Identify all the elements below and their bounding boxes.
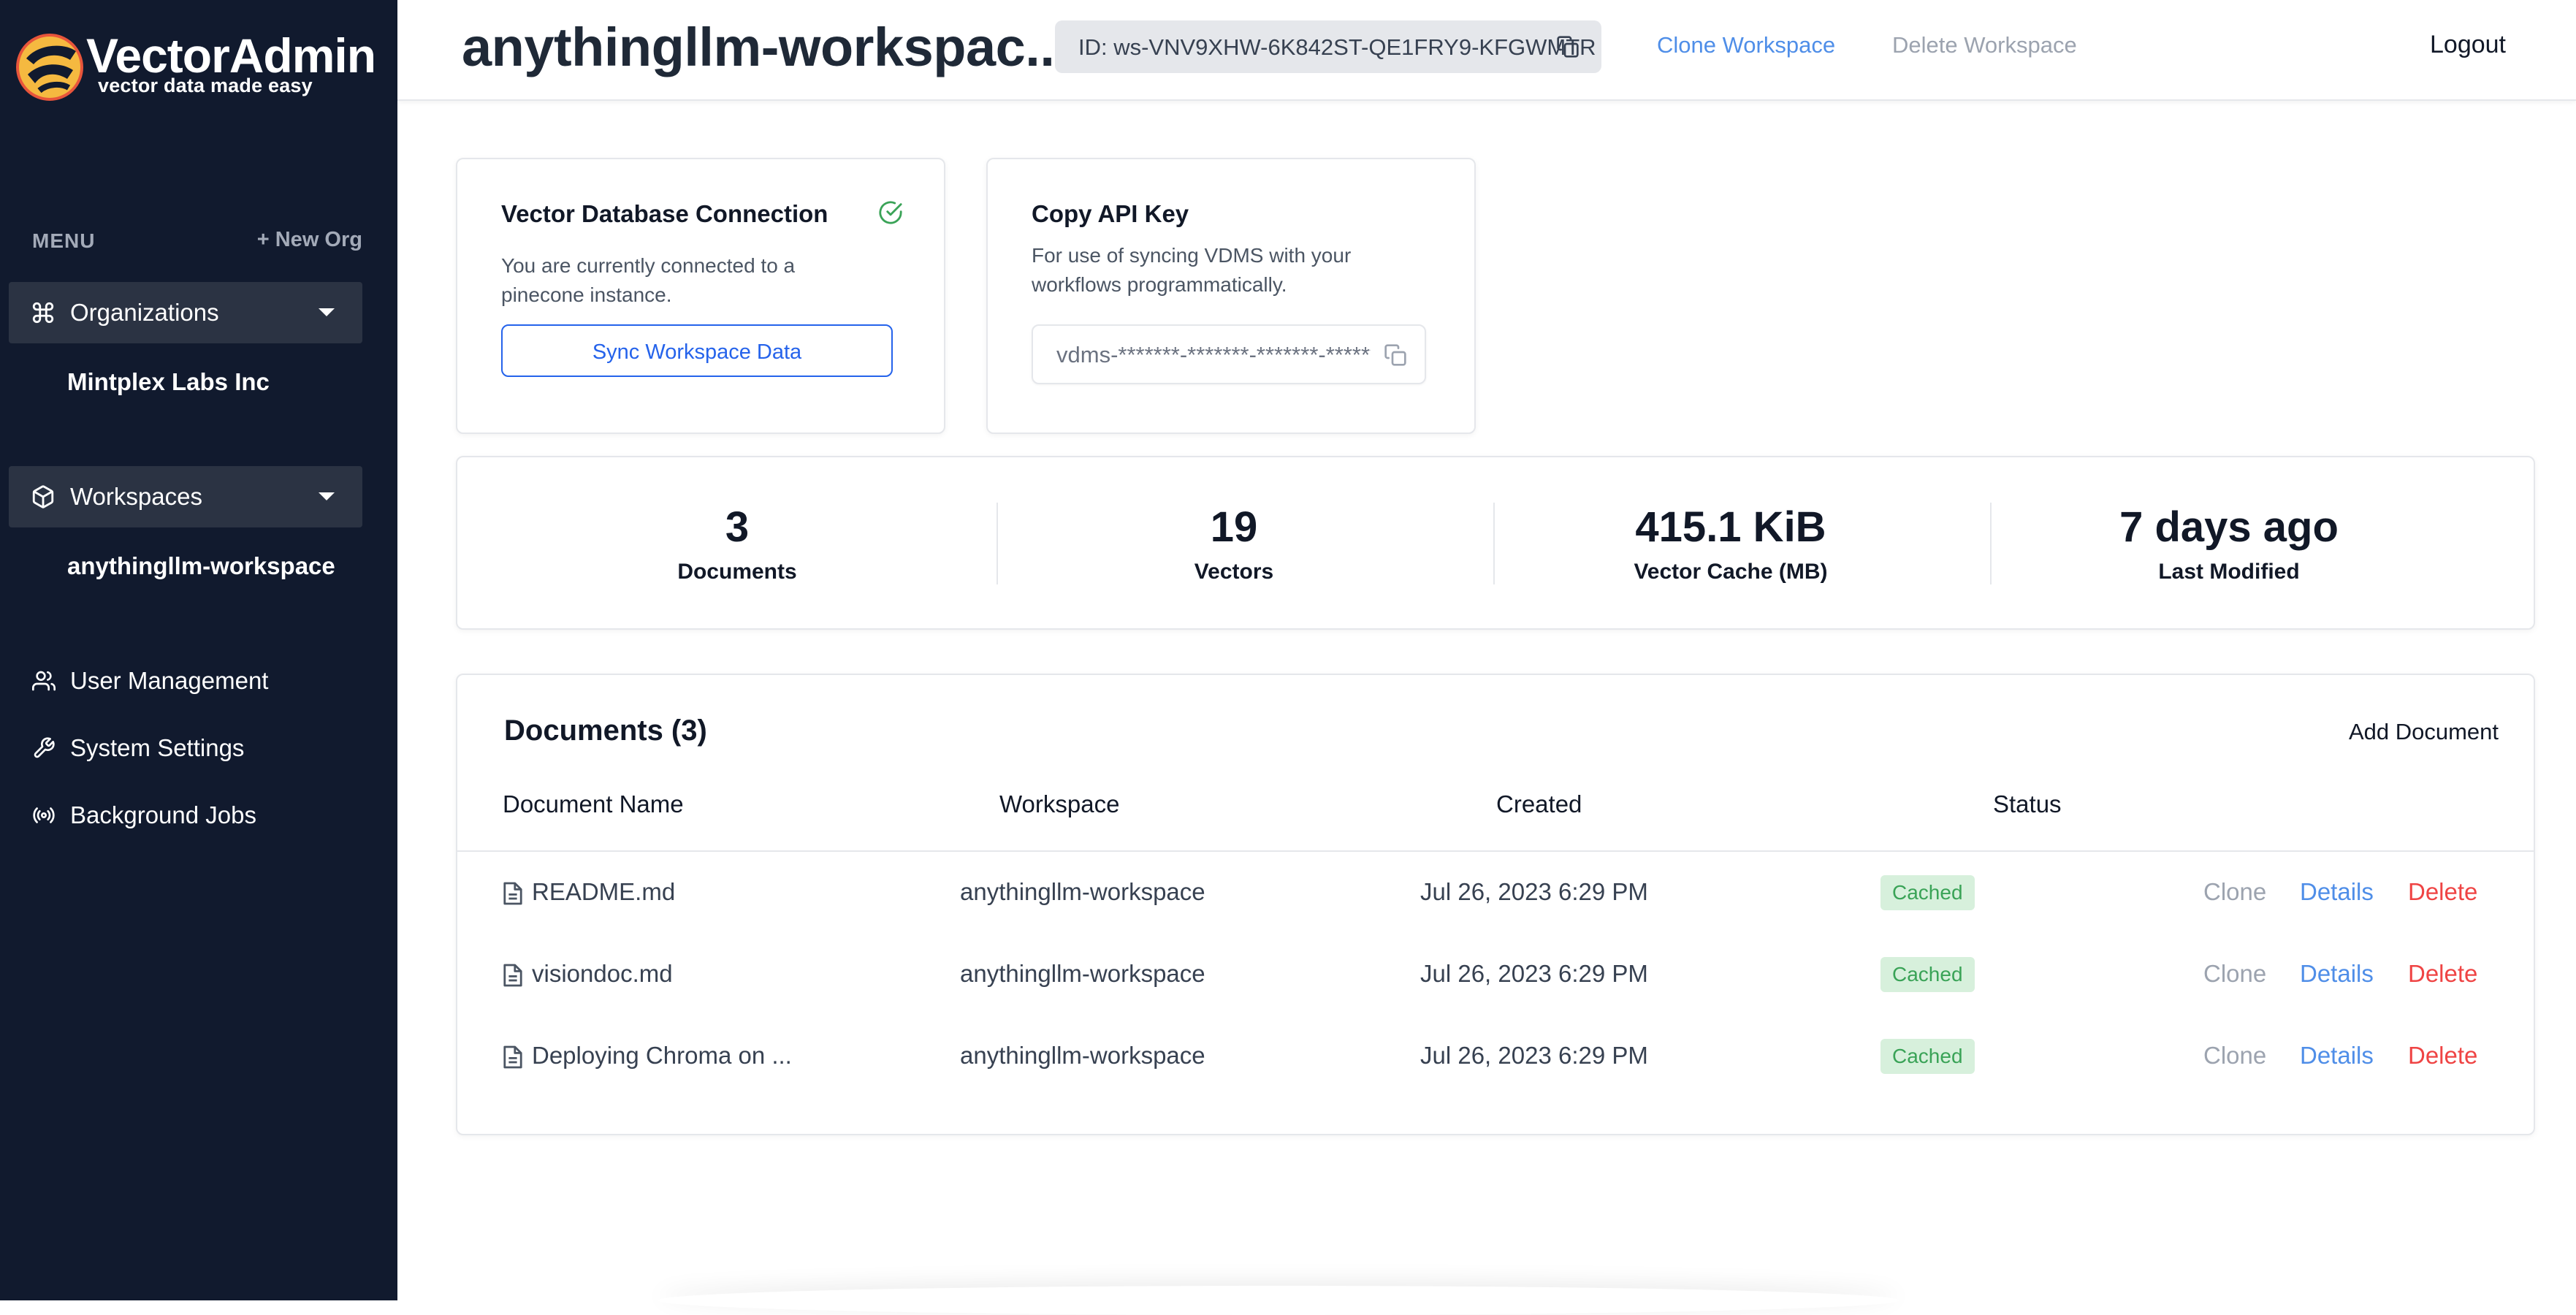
clone-document-button[interactable]: Clone: [2203, 960, 2266, 988]
document-created: Jul 26, 2023 6:29 PM: [1420, 960, 1648, 987]
delete-workspace-button[interactable]: Delete Workspace: [1892, 32, 2077, 58]
sidebar-item-label: System Settings: [70, 734, 245, 761]
stat-value: 7 days ago: [2119, 503, 2339, 551]
api-key-copy-field[interactable]: vdms-*******-*******-*******-*******: [1032, 324, 1426, 384]
column-header-document-name: Document Name: [503, 790, 684, 817]
vector-db-connection-card: Vector Database Connection You are curre…: [456, 158, 945, 434]
workspace-id-text: ID: ws-VNV9XHW-6K842ST-QE1FRY9-KFGWMTR: [1078, 34, 1596, 60]
table-row: visiondoc.md anythingllm-workspace Jul 2…: [457, 935, 2534, 1017]
workspace-id-copy-button[interactable]: ID: ws-VNV9XHW-6K842ST-QE1FRY9-KFGWMTR: [1055, 20, 1601, 73]
stat-label: Vector Cache (MB): [1634, 560, 1828, 584]
check-circle-icon: [879, 201, 902, 224]
table-header-divider: [457, 850, 2534, 852]
logout-button[interactable]: Logout: [2430, 31, 2506, 59]
wrench-icon: [34, 737, 55, 758]
document-icon: [503, 1045, 522, 1069]
sidebar: VectorAdmin vector data made easy MENU +…: [0, 0, 397, 1300]
workspaces-label: Workspaces: [70, 483, 202, 510]
api-key-card-description: For use of syncing VDMS with your workfl…: [1032, 244, 1352, 296]
copy-icon: [1384, 344, 1406, 366]
stat-label: Vectors: [1194, 560, 1274, 584]
clone-workspace-button[interactable]: Clone Workspace: [1657, 32, 1835, 58]
document-name[interactable]: Deploying Chroma on ...: [532, 1042, 792, 1070]
documents-panel: Documents (3) Add Document Document Name…: [456, 674, 2535, 1135]
broadcast-icon: [33, 807, 55, 823]
page-title: anythingllm-workspac...: [462, 17, 1070, 77]
command-icon: [32, 302, 54, 324]
stat-vectors: 19 Vectors: [986, 457, 1482, 628]
document-details-button[interactable]: Details: [2300, 878, 2374, 906]
stat-last-modified: 7 days ago Last Modified: [1981, 457, 2477, 628]
document-workspace: anythingllm-workspace: [960, 1042, 1205, 1069]
status-badge: Cached: [1880, 957, 1975, 992]
stat-value: 415.1 KiB: [1635, 503, 1826, 551]
delete-document-button[interactable]: Delete: [2408, 1042, 2477, 1070]
chevron-down-icon: [319, 492, 335, 500]
clone-document-button[interactable]: Clone: [2203, 1042, 2266, 1070]
column-header-created: Created: [1496, 790, 1582, 817]
copy-icon: [1557, 36, 1579, 58]
document-workspace: anythingllm-workspace: [960, 878, 1205, 905]
sidebar-item-anythingllm-workspace[interactable]: anythingllm-workspace: [67, 552, 335, 580]
clone-document-button[interactable]: Clone: [2203, 878, 2266, 906]
delete-document-button[interactable]: Delete: [2408, 960, 2477, 988]
stat-label: Last Modified: [2158, 560, 2300, 584]
vectoradmin-logo-icon: [16, 34, 83, 101]
stat-label: Documents: [677, 560, 797, 584]
chevron-down-icon: [319, 308, 335, 316]
menu-label: MENU: [32, 229, 96, 252]
document-created: Jul 26, 2023 6:29 PM: [1420, 878, 1648, 905]
column-header-status: Status: [1993, 790, 2062, 817]
api-key-card-title: Copy API Key: [1032, 200, 1189, 227]
document-icon: [503, 882, 522, 905]
document-name[interactable]: visiondoc.md: [532, 960, 673, 988]
delete-document-button[interactable]: Delete: [2408, 878, 2477, 906]
api-key-card: Copy API Key For use of syncing VDMS wit…: [986, 158, 1476, 434]
sidebar-item-mintplex-labs[interactable]: Mintplex Labs Inc: [67, 368, 270, 396]
connection-card-title: Vector Database Connection: [501, 200, 828, 227]
table-row: README.md anythingllm-workspace Jul 26, …: [457, 853, 2534, 935]
workspace-stats-panel: 3 Documents 19 Vectors 415.1 KiB Vector …: [456, 456, 2535, 630]
stat-value: 19: [1210, 503, 1258, 551]
top-header: anythingllm-workspac... ID: ws-VNV9XHW-6…: [397, 0, 2576, 101]
documents-title: Documents (3): [504, 714, 707, 747]
footer-shadow: [658, 1286, 1899, 1315]
status-badge: Cached: [1880, 1039, 1975, 1074]
workspaces-toggle[interactable]: Workspaces: [9, 466, 362, 527]
column-header-workspace: Workspace: [999, 790, 1120, 817]
stat-value: 3: [725, 503, 750, 551]
sidebar-item-label: Background Jobs: [70, 801, 256, 828]
connection-card-description: You are currently connected to a pinecon…: [501, 254, 796, 306]
document-icon: [503, 964, 522, 987]
table-row: Deploying Chroma on ... anythingllm-work…: [457, 1017, 2534, 1099]
document-name[interactable]: README.md: [532, 878, 675, 906]
app-logo[interactable]: VectorAdmin vector data made easy: [13, 29, 378, 110]
app-tagline: vector data made easy: [98, 75, 313, 96]
stat-vector-cache: 415.1 KiB Vector Cache (MB): [1482, 457, 1979, 628]
cube-icon: [32, 485, 54, 508]
status-badge: Cached: [1880, 875, 1975, 910]
sidebar-item-label: User Management: [70, 667, 269, 694]
stat-documents: 3 Documents: [489, 457, 986, 628]
document-details-button[interactable]: Details: [2300, 1042, 2374, 1070]
sync-workspace-data-button[interactable]: Sync Workspace Data: [501, 324, 893, 377]
api-key-value: vdms-*******-*******-*******-*******: [1056, 342, 1371, 367]
document-created: Jul 26, 2023 6:29 PM: [1420, 1042, 1648, 1069]
document-details-button[interactable]: Details: [2300, 960, 2374, 988]
add-document-button[interactable]: Add Document: [2349, 719, 2499, 745]
document-workspace: anythingllm-workspace: [960, 960, 1205, 987]
users-icon: [32, 671, 56, 691]
new-org-button[interactable]: + New Org: [257, 228, 362, 252]
organizations-label: Organizations: [70, 299, 219, 326]
organizations-toggle[interactable]: Organizations: [9, 282, 362, 343]
